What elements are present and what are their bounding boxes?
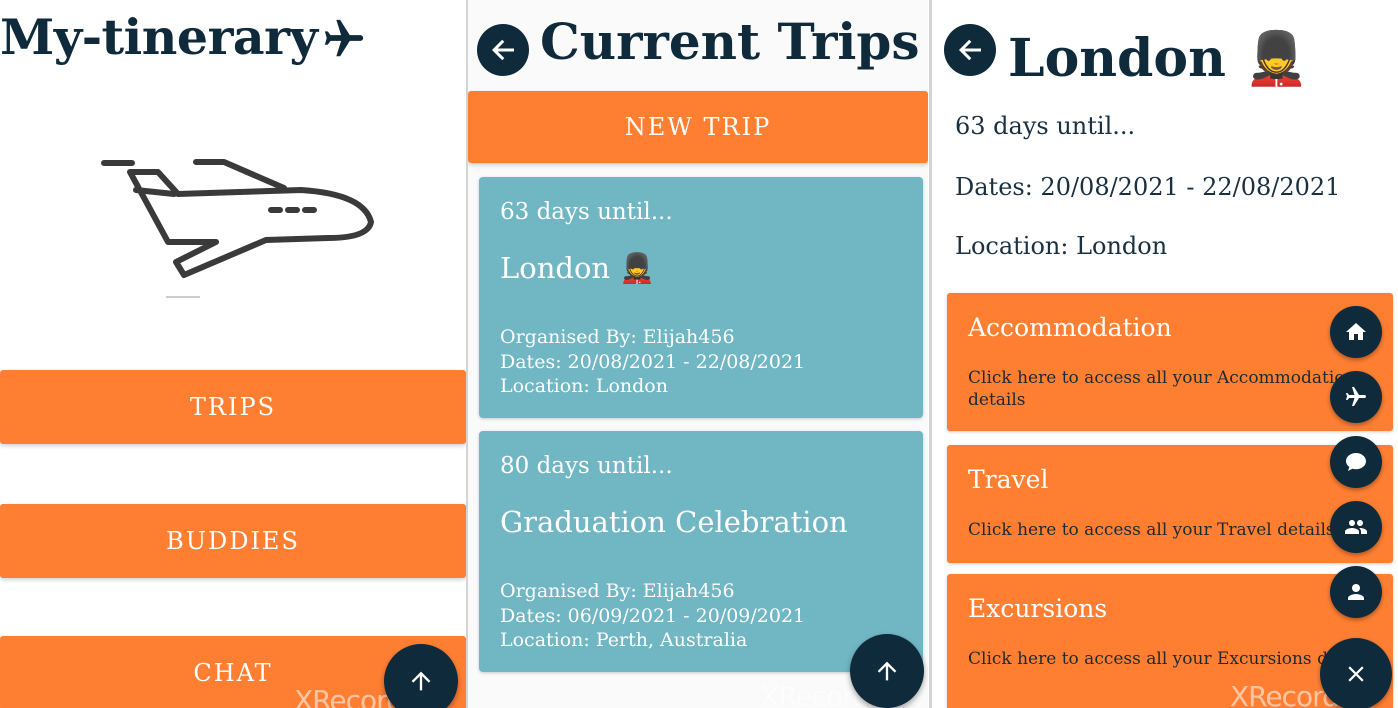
app-title: My-tinerary bbox=[0, 8, 318, 66]
trip-location: Location: London bbox=[955, 232, 1168, 260]
accommodation-card[interactable]: Accommodation Click here to access all y… bbox=[947, 293, 1393, 431]
page-title: London 💂 bbox=[1008, 28, 1309, 89]
trip-meta: Organised By: Elijah456 Dates: 06/09/202… bbox=[500, 579, 805, 653]
close-icon bbox=[1348, 666, 1364, 682]
trip-detail-screen: London 💂 63 days until... Dates: 20/08/2… bbox=[932, 0, 1398, 708]
category-title: Excursions bbox=[968, 594, 1108, 623]
close-menu-button[interactable] bbox=[1320, 638, 1392, 708]
current-trips-screen: Current Trips NEW TRIP 63 days until... … bbox=[468, 0, 928, 708]
trip-name: Graduation Celebration bbox=[500, 505, 848, 539]
trip-dates: Dates: 20/08/2021 - 22/08/2021 bbox=[500, 350, 806, 373]
category-title: Travel bbox=[968, 465, 1049, 494]
chat-icon bbox=[1346, 453, 1366, 471]
trip-countdown: 63 days until... bbox=[500, 199, 673, 225]
trip-location: Location: London bbox=[500, 375, 668, 397]
buddies-button[interactable]: BUDDIES bbox=[0, 504, 466, 578]
trip-location: Location: Perth, Australia bbox=[500, 629, 748, 651]
trip-card[interactable]: 63 days until... London 💂 Organised By: … bbox=[479, 177, 923, 418]
chat-fab[interactable] bbox=[1330, 436, 1382, 488]
trip-organiser: Organised By: Elijah456 bbox=[500, 580, 735, 602]
trip-dates: Dates: 06/09/2021 - 20/09/2021 bbox=[500, 604, 806, 627]
airplane-illustration bbox=[101, 159, 374, 298]
new-trip-button[interactable]: NEW TRIP bbox=[468, 91, 928, 163]
trip-card[interactable]: 80 days until... Graduation Celebration … bbox=[479, 431, 923, 672]
category-description: Click here to access all your Travel det… bbox=[968, 520, 1335, 540]
trip-dates: Dates: 20/08/2021 - 22/08/2021 bbox=[955, 173, 1341, 201]
trip-countdown: 63 days until... bbox=[955, 112, 1136, 140]
trip-name: London 💂 bbox=[500, 251, 656, 285]
travel-card[interactable]: Travel Click here to access all your Tra… bbox=[947, 445, 1393, 563]
profile-fab[interactable] bbox=[1330, 566, 1382, 618]
scroll-top-button[interactable] bbox=[850, 634, 924, 708]
trips-fab[interactable] bbox=[1330, 371, 1382, 423]
back-button[interactable] bbox=[944, 24, 996, 76]
trips-button[interactable]: TRIPS bbox=[0, 370, 466, 444]
category-title: Accommodation bbox=[968, 313, 1172, 342]
home-icon bbox=[1346, 323, 1366, 340]
home-fab[interactable] bbox=[1330, 306, 1382, 358]
scroll-top-button[interactable] bbox=[384, 644, 458, 708]
trip-meta: Organised By: Elijah456 Dates: 20/08/202… bbox=[500, 325, 805, 399]
airplane-icon bbox=[324, 19, 364, 57]
arrow-up-icon bbox=[877, 661, 897, 681]
page-title: Current Trips bbox=[540, 12, 920, 71]
trip-countdown: 80 days until... bbox=[500, 453, 673, 479]
group-icon bbox=[1345, 520, 1367, 534]
home-screen: My-tinerary TRIPS BUDDIES CHAT XRecorder bbox=[0, 0, 466, 708]
trip-organiser: Organised By: Elijah456 bbox=[500, 326, 735, 348]
back-button[interactable] bbox=[477, 24, 529, 76]
buddies-fab[interactable] bbox=[1330, 501, 1382, 553]
person-icon bbox=[1348, 584, 1364, 600]
category-description: Click here to access all your Accommodat… bbox=[968, 368, 1356, 410]
arrow-up-icon bbox=[411, 671, 431, 691]
airplane-icon bbox=[1346, 387, 1366, 406]
